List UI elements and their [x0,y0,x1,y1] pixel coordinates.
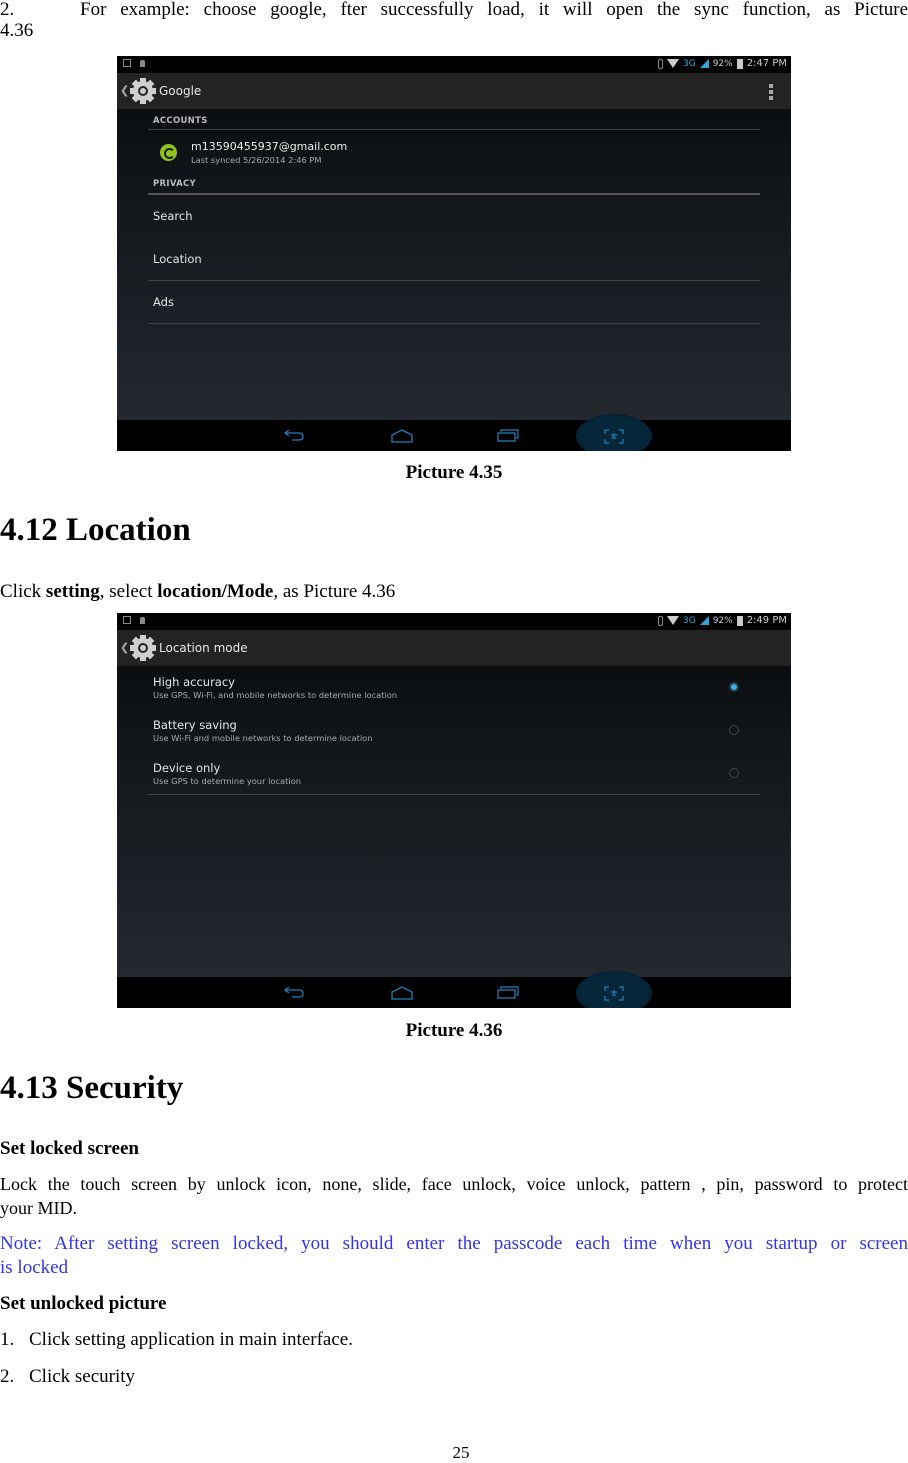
divider [148,193,760,195]
lock-screen-paragraph: Lock the touch screen by unlock icon, no… [0,1172,908,1220]
accounts-section-header: ACCOUNTS [153,116,208,126]
gallery-notification-icon [123,616,131,624]
radio-button[interactable] [729,725,739,735]
navigation-bar [117,414,791,451]
action-bar: ❮ Google [117,73,791,109]
recent-apps-icon[interactable] [497,986,519,999]
step-1: 1. Click setting application in main int… [0,1328,353,1352]
option-label: Battery saving [153,718,237,732]
section-heading-location: 4.12 Location [0,512,191,548]
radio-button[interactable] [729,768,739,778]
bluetooth-icon [657,58,663,69]
text-bold: setting [45,581,100,602]
figure-caption: Picture 4.36 [405,1020,503,1041]
signal-icon [699,59,709,68]
last-synced: Last synced 5/26/2014 2:46 PM [191,155,322,165]
privacy-item-search[interactable]: Search [153,209,193,223]
text-line: your MID. [0,1198,77,1218]
home-icon[interactable] [391,429,413,443]
intro-text: For example: choose google, fter success… [80,0,908,20]
back-icon[interactable] [284,429,304,441]
option-description: Use GPS, Wi-Fi, and mobile networks to d… [153,690,398,700]
page-number: 25 [452,1443,470,1462]
battery-icon [736,615,743,626]
note-paragraph: Note: After setting screen locked, you s… [0,1232,908,1280]
step-number: 1. [0,1329,15,1350]
status-bar: 3G 92% 2:49 PM [117,613,791,630]
screenshot-google-settings: 3G 92% 2:47 PM ❮ Google ACCOUNTS m135904… [117,56,791,451]
screenshot-icon[interactable] [604,429,624,444]
step-number: 2. [0,1366,15,1387]
divider [148,129,760,130]
option-description: Use GPS to determine your location [153,776,302,786]
back-icon[interactable] [284,986,304,998]
settings-gear-icon[interactable] [128,633,158,663]
note-line: is locked [0,1257,69,1278]
divider [148,794,760,795]
home-icon[interactable] [391,986,413,1000]
settings-gear-icon[interactable] [128,76,158,106]
overflow-menu-icon[interactable] [769,84,773,100]
bluetooth-icon [657,615,663,626]
subheading-set-unlocked-picture: Set unlocked picture [0,1293,167,1314]
figure-caption: Picture 4.35 [405,462,503,483]
radio-button-selected[interactable] [729,682,739,692]
text: , select [99,581,158,602]
step-text: Click security [29,1366,136,1387]
clock: 2:49 PM [746,615,787,626]
recent-apps-icon[interactable] [497,429,519,442]
battery-percent: 92% [712,615,733,626]
screen-title: Location mode [159,641,248,655]
section-heading-security: 4.13 Security [0,1070,184,1106]
text-bold: location/Mode [157,581,274,602]
option-label: Device only [153,761,221,775]
option-label: High accuracy [153,675,235,689]
screenshot-icon[interactable] [604,986,624,1001]
screenshot-location-mode: 3G 92% 2:49 PM ❮ Location mode High accu… [117,613,791,1008]
lock-notification-icon [140,60,145,67]
privacy-item-location[interactable]: Location [153,252,202,266]
status-bar: 3G 92% 2:47 PM [117,56,791,73]
signal-icon [699,616,709,625]
screen-title: Google [159,84,202,98]
navigation-bar [117,971,791,1008]
text-line: Lock the touch screen by unlock icon, no… [0,1174,908,1194]
location-instructions: Click setting, select location/Mode, as … [0,580,395,604]
subheading-set-locked-screen: Set locked screen [0,1138,139,1159]
option-description: Use Wi-Fi and mobile networks to determi… [153,733,373,743]
divider [148,280,760,281]
divider [148,323,760,324]
battery-icon [736,58,743,69]
wifi-icon [666,616,679,625]
privacy-section-header: PRIVACY [153,179,197,189]
network-type: 3G [682,58,696,69]
note-line: Note: After setting screen locked, you s… [0,1233,908,1254]
wifi-icon [666,59,679,68]
privacy-item-ads[interactable]: Ads [153,295,174,309]
network-type: 3G [682,615,696,626]
gallery-notification-icon [123,59,131,67]
text: Click [0,581,46,602]
clock: 2:47 PM [746,58,787,69]
step-text: Click setting application in main interf… [29,1329,353,1350]
battery-percent: 92% [712,58,733,69]
text: , as Picture 4.36 [273,581,396,602]
lock-notification-icon [140,617,145,624]
intro-continuation: 4.36 [0,20,34,41]
account-email: m13590455937@gmail.com [191,140,348,153]
step-2: 2. Click security [0,1365,135,1389]
sync-icon [160,144,177,161]
action-bar: ❮ Location mode [117,630,791,666]
